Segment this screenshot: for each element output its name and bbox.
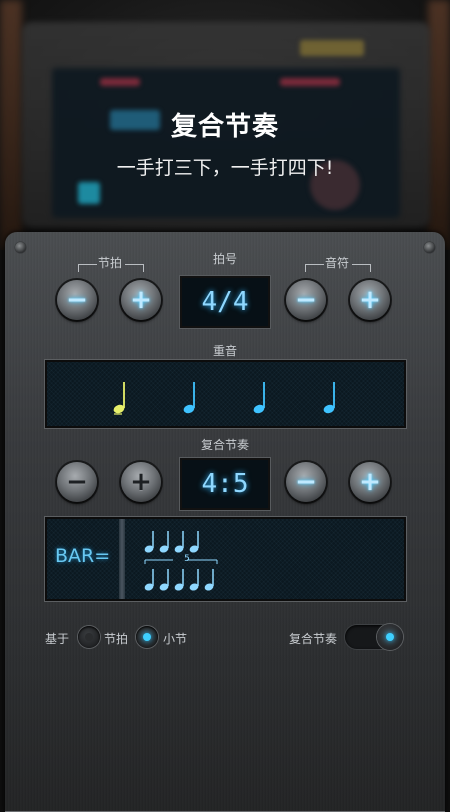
polyrhythm-left-minus-button[interactable]: − — [57, 462, 97, 502]
minus-icon: − — [66, 467, 88, 497]
beat-plus-button[interactable]: + — [121, 280, 161, 320]
accent-note-icon[interactable] — [113, 380, 129, 416]
based-on-beat-label[interactable]: 节拍 — [104, 630, 134, 647]
plus-icon: + — [359, 285, 381, 315]
bar-label: BAR= — [55, 545, 111, 567]
note-plus-button[interactable]: + — [350, 280, 390, 320]
beat-note-icon[interactable] — [183, 380, 199, 416]
time-signature-display: 4/4 — [180, 276, 270, 328]
polyrhythm-right-minus-button[interactable]: − — [286, 462, 326, 502]
polyrhythm-toggle[interactable] — [345, 624, 403, 650]
beat-bracket-right — [125, 264, 144, 272]
based-on-bar-radio[interactable] — [136, 626, 158, 648]
bar-divider — [119, 519, 125, 599]
polyrhythm-display: 4:5 — [180, 458, 270, 510]
promo-bg-chip — [280, 78, 340, 86]
radio-dot-icon — [143, 633, 151, 641]
beat-minus-button[interactable]: − — [57, 280, 97, 320]
note-minus-button[interactable]: − — [286, 280, 326, 320]
note-label: 音符 — [324, 256, 349, 270]
plus-icon: + — [359, 467, 381, 497]
promo-banner: 复合节奏 一手打三下，一手打四下! — [0, 0, 450, 250]
screw-icon — [424, 242, 435, 253]
bar-display: BAR= 5 — [45, 517, 406, 601]
radio-dot-icon — [85, 633, 93, 641]
polyrhythm-toggle-label: 复合节奏 — [289, 632, 338, 646]
plus-icon: + — [130, 285, 152, 315]
promo-bg-chip — [100, 78, 140, 86]
toggle-thumb[interactable] — [377, 624, 403, 650]
beat-note-icon[interactable] — [323, 380, 339, 416]
polyrhythm-left-plus-button[interactable]: + — [121, 462, 161, 502]
promo-bg-chip — [300, 40, 364, 56]
metronome-panel: 节拍 拍号 音符 − + 4/4 − + 重音 复合节奏 − + 4:5 − +… — [5, 232, 445, 812]
minus-icon: − — [295, 467, 317, 497]
polyrhythm-notation — [144, 531, 218, 591]
minus-icon: − — [295, 285, 317, 315]
note-bracket-right — [352, 264, 371, 272]
minus-icon: − — [66, 285, 88, 315]
based-on-bar-label[interactable]: 小节 — [163, 630, 193, 647]
accent-display[interactable] — [45, 360, 406, 428]
screw-icon — [15, 242, 26, 253]
promo-subtitle: 一手打三下，一手打四下! — [116, 157, 334, 179]
polyrhythm-right-plus-button[interactable]: + — [350, 462, 390, 502]
promo-bg-chip — [78, 182, 100, 204]
promo-title: 复合节奏 — [170, 112, 279, 142]
based-on-beat-radio[interactable] — [78, 626, 100, 648]
beat-note-icon[interactable] — [253, 380, 269, 416]
polyrhythm-label: 复合节奏 — [200, 438, 249, 452]
plus-icon: + — [130, 467, 152, 497]
tuplet-number: 5 — [184, 554, 190, 564]
accent-label: 重音 — [212, 344, 237, 358]
time-signature-label: 拍号 — [212, 252, 237, 266]
based-on-label: 基于 — [45, 632, 70, 646]
beat-label: 节拍 — [97, 256, 122, 270]
toggle-indicator-icon — [386, 633, 394, 641]
